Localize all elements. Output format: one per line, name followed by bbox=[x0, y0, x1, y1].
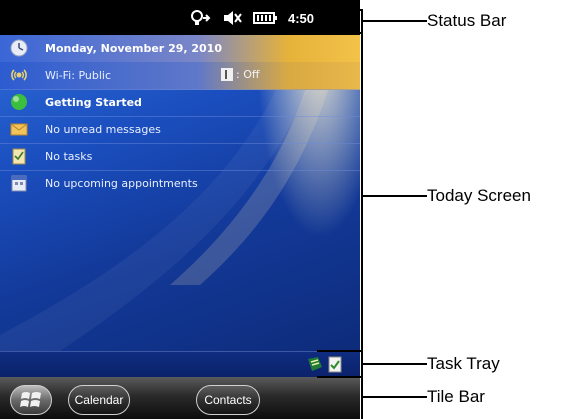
tile-bar-label: Tile Bar bbox=[427, 387, 485, 406]
task-tray-label: Task Tray bbox=[427, 354, 500, 373]
status-bar-label: Status Bar bbox=[427, 11, 507, 30]
task-tray-bracket bbox=[317, 350, 363, 378]
today-screen-label: Today Screen bbox=[427, 186, 531, 205]
status-bar-bracket bbox=[317, 9, 363, 34]
